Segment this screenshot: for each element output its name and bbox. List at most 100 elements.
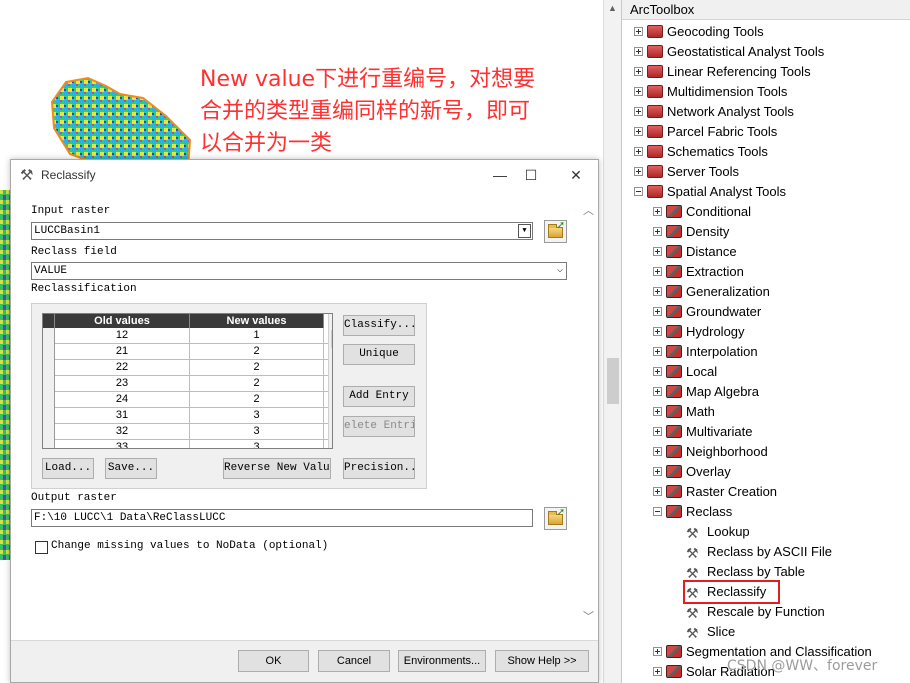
new-value-cell[interactable]: 2 — [190, 376, 324, 392]
table-row[interactable]: 24 2 — [43, 392, 332, 408]
table-row[interactable]: 21 2 — [43, 344, 332, 360]
new-value-cell[interactable]: 2 — [190, 344, 324, 360]
expand-plus-icon[interactable] — [634, 27, 643, 37]
old-value-cell[interactable]: 24 — [55, 392, 190, 408]
input-raster-dropdown[interactable]: LUCCBasin1 ▼ — [31, 222, 533, 240]
expand-plus-icon[interactable] — [653, 387, 662, 397]
tool-item-reclass-by-table[interactable]: ⚒ Reclass by Table — [686, 562, 805, 582]
expand-plus-icon[interactable] — [634, 87, 643, 97]
save-button[interactable]: Save... — [105, 458, 157, 479]
row-selector[interactable] — [43, 376, 55, 392]
reclass-field-dropdown[interactable]: VALUE ⌵ — [31, 262, 567, 280]
reclass-table[interactable]: Old values New values 12 1 21 2 22 2 23 2 24 2 31 3… — [42, 313, 333, 449]
table-row[interactable]: 33 3 — [43, 440, 332, 448]
row-selector[interactable] — [43, 440, 55, 448]
expand-plus-icon[interactable] — [653, 207, 662, 217]
dialog-titlebar[interactable]: ⚒ Reclassify — ☐ ✕ — [11, 160, 598, 190]
chevron-down-icon[interactable]: ﹀ — [583, 608, 594, 624]
tool-item-reclass-by-ascii-file[interactable]: ⚒ Reclass by ASCII File — [686, 542, 832, 562]
toolset-item-extraction[interactable]: Extraction — [653, 262, 744, 282]
dropdown-arrow-icon[interactable]: ▼ — [518, 224, 531, 238]
toolset-item-conditional[interactable]: Conditional — [653, 202, 751, 222]
expand-plus-icon[interactable] — [634, 147, 643, 157]
toolbox-item-multidimension-tools[interactable]: Multidimension Tools — [634, 82, 787, 102]
browse-output-button[interactable]: ➚ — [544, 507, 567, 530]
scroll-up-arrow-icon[interactable]: ▲ — [608, 3, 617, 13]
new-value-cell[interactable]: 1 — [190, 328, 324, 344]
expand-plus-icon[interactable] — [653, 647, 662, 657]
tool-item-lookup[interactable]: ⚒ Lookup — [686, 522, 750, 542]
expand-plus-icon[interactable] — [653, 247, 662, 257]
toolset-item-reclass[interactable]: Reclass — [653, 502, 732, 522]
environments-button[interactable]: Environments... — [398, 650, 486, 672]
table-row[interactable]: 12 1 — [43, 328, 332, 344]
row-selector[interactable] — [43, 408, 55, 424]
old-value-cell[interactable]: 23 — [55, 376, 190, 392]
collapse-minus-icon[interactable] — [653, 507, 662, 517]
chevron-down-icon[interactable]: ⌵ — [557, 263, 563, 279]
expand-plus-icon[interactable] — [653, 327, 662, 337]
toolset-item-overlay[interactable]: Overlay — [653, 462, 731, 482]
expand-plus-icon[interactable] — [653, 667, 662, 677]
toolset-item-math[interactable]: Math — [653, 402, 715, 422]
toolbox-item-linear-referencing-tools[interactable]: Linear Referencing Tools — [634, 62, 811, 82]
toolset-item-generalization[interactable]: Generalization — [653, 282, 770, 302]
toolset-item-neighborhood[interactable]: Neighborhood — [653, 442, 768, 462]
close-button[interactable]: ✕ — [562, 164, 590, 186]
toolset-item-map-algebra[interactable]: Map Algebra — [653, 382, 759, 402]
new-value-cell[interactable]: 2 — [190, 392, 324, 408]
output-raster-input[interactable]: F:\10 LUCC\1 Data\ReClassLUCC — [31, 509, 533, 527]
expand-plus-icon[interactable] — [653, 227, 662, 237]
expand-plus-icon[interactable] — [653, 407, 662, 417]
panel-splitter-scrollbar[interactable]: ▲ — [603, 0, 621, 683]
toolset-item-groundwater[interactable]: Groundwater — [653, 302, 761, 322]
change-missing-checkbox[interactable] — [35, 541, 48, 554]
show-help-button[interactable]: Show Help >> — [495, 650, 589, 672]
expand-plus-icon[interactable] — [653, 447, 662, 457]
expand-plus-icon[interactable] — [653, 367, 662, 377]
expand-plus-icon[interactable] — [653, 267, 662, 277]
cancel-button[interactable]: Cancel — [318, 650, 390, 672]
table-scrollbar[interactable]: ▲ ▼ — [328, 314, 333, 448]
add-entry-button[interactable]: Add Entry — [343, 386, 415, 407]
dialog-scrollbar[interactable]: ︿ ﹀ — [579, 190, 597, 630]
reverse-new-values-button[interactable]: Reverse New Values — [223, 458, 331, 479]
classify-button[interactable]: Classify... — [343, 315, 415, 336]
load-button[interactable]: Load... — [42, 458, 94, 479]
row-selector[interactable] — [43, 360, 55, 376]
table-row[interactable]: 23 2 — [43, 376, 332, 392]
toolset-item-distance[interactable]: Distance — [653, 242, 737, 262]
toolset-item-density[interactable]: Density — [653, 222, 729, 242]
toolset-item-hydrology[interactable]: Hydrology — [653, 322, 745, 342]
delete-entries-button[interactable]: elete Entrie — [343, 416, 415, 437]
scroll-thumb[interactable] — [331, 330, 332, 348]
old-value-cell[interactable]: 12 — [55, 328, 190, 344]
old-value-cell[interactable]: 32 — [55, 424, 190, 440]
new-value-cell[interactable]: 3 — [190, 440, 324, 448]
unique-button[interactable]: Unique — [343, 344, 415, 365]
toolset-item-multivariate[interactable]: Multivariate — [653, 422, 752, 442]
table-row[interactable]: 31 3 — [43, 408, 332, 424]
row-selector[interactable] — [43, 344, 55, 360]
table-row[interactable]: 22 2 — [43, 360, 332, 376]
old-value-cell[interactable]: 31 — [55, 408, 190, 424]
old-value-cell[interactable]: 33 — [55, 440, 190, 448]
toolbox-item-geocoding-tools[interactable]: Geocoding Tools — [634, 22, 764, 42]
toolset-item-raster-creation[interactable]: Raster Creation — [653, 482, 777, 502]
scroll-down-arrow-icon[interactable]: ▼ — [332, 435, 333, 444]
expand-plus-icon[interactable] — [634, 67, 643, 77]
expand-plus-icon[interactable] — [653, 347, 662, 357]
scroll-thumb[interactable] — [607, 358, 619, 404]
toolbox-item-spatial-analyst-tools[interactable]: Spatial Analyst Tools — [634, 182, 786, 202]
expand-plus-icon[interactable] — [653, 287, 662, 297]
expand-plus-icon[interactable] — [653, 467, 662, 477]
expand-plus-icon[interactable] — [653, 307, 662, 317]
tool-item-slice[interactable]: ⚒ Slice — [686, 622, 735, 642]
toolbox-item-geostatistical-analyst-tools[interactable]: Geostatistical Analyst Tools — [634, 42, 824, 62]
row-selector[interactable] — [43, 424, 55, 440]
collapse-minus-icon[interactable] — [634, 187, 643, 197]
precision-button[interactable]: Precision... — [343, 458, 415, 479]
expand-plus-icon[interactable] — [634, 47, 643, 57]
scroll-up-arrow-icon[interactable]: ▲ — [332, 316, 333, 325]
new-value-cell[interactable]: 2 — [190, 360, 324, 376]
